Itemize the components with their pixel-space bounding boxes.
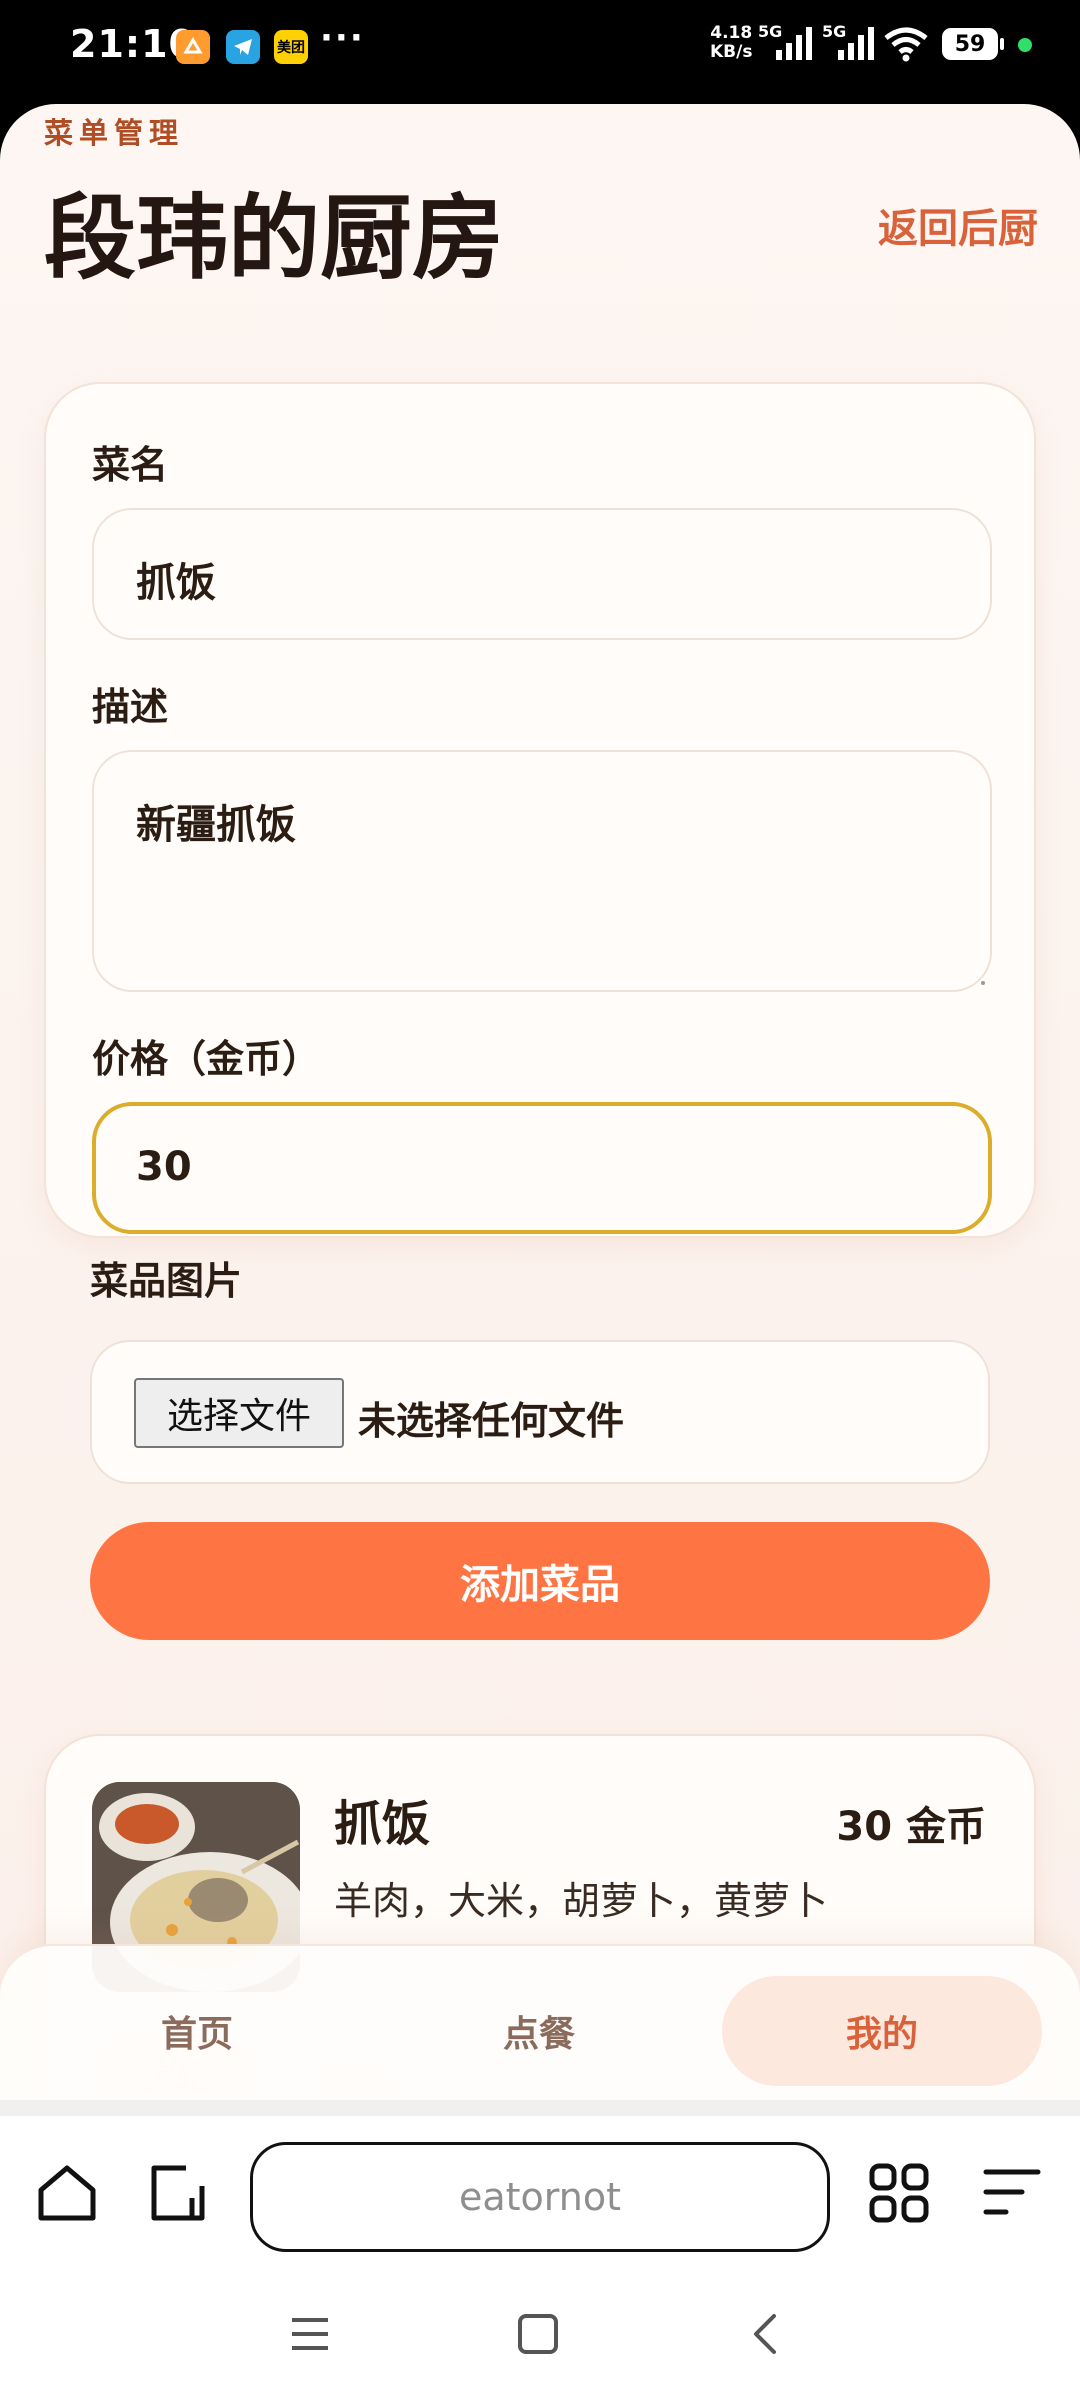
status-bar: 21:10 美团 ··· 4.18 KB/s 5G 5G 59 <box>0 0 1080 104</box>
meituan-icon: 美团 <box>274 30 308 64</box>
tabs-switcher-icon[interactable] <box>146 2162 208 2224</box>
signal-icon <box>838 27 874 60</box>
app-page: 菜单管理 段玮的厨房 返回后厨 菜名 抓饭 描述 新疆抓饭 价格（金币） 30 … <box>0 104 1080 2100</box>
add-dish-form: 菜名 抓饭 描述 新疆抓饭 价格（金币） 30 <box>44 382 1036 1238</box>
battery-indicator: 59 <box>942 28 1004 60</box>
browser-toolbar: eatornot <box>0 2116 1080 2400</box>
telegram-icon <box>226 30 260 64</box>
dish-image-upload[interactable]: 选择文件 未选择任何文件 <box>90 1340 990 1484</box>
dish-name-input[interactable]: 抓饭 <box>92 508 992 640</box>
dish-name-value: 抓饭 <box>136 560 216 606</box>
address-bar[interactable]: eatornot <box>250 2142 830 2252</box>
dish-image-label: 菜品图片 <box>90 1259 243 1303</box>
home-nav-icon[interactable] <box>516 2312 560 2356</box>
more-notifications-icon: ··· <box>320 18 365 58</box>
apps-grid-icon[interactable] <box>868 2162 930 2224</box>
back-nav-icon[interactable] <box>744 2312 788 2356</box>
choose-file-button[interactable]: 选择文件 <box>134 1378 344 1448</box>
recents-icon[interactable] <box>288 2312 332 2356</box>
bottom-tab-bar: 首页 点餐 我的 <box>0 1944 1080 2116</box>
tab-mine[interactable]: 我的 <box>722 1976 1042 2086</box>
add-dish-button[interactable]: 添加菜品 <box>90 1522 990 1640</box>
file-status-text: 未选择任何文件 <box>358 1399 625 1443</box>
dish-price: 30 金币 <box>836 1804 986 1850</box>
dish-description: 羊肉，大米，胡萝卜，黄萝卜 <box>334 1879 829 1923</box>
signal-icon <box>776 27 812 60</box>
description-textarea[interactable]: 新疆抓饭 <box>92 750 992 992</box>
dish-name: 抓饭 <box>334 1796 431 1852</box>
resize-handle-icon[interactable] <box>976 976 986 986</box>
section-eyebrow: 菜单管理 <box>44 116 185 150</box>
home-icon[interactable] <box>36 2162 98 2224</box>
tab-order[interactable]: 点餐 <box>434 1976 644 2086</box>
tab-home[interactable]: 首页 <box>92 1976 302 2086</box>
description-label: 描述 <box>92 685 169 729</box>
description-value: 新疆抓饭 <box>136 802 296 848</box>
page-title: 段玮的厨房 <box>44 185 505 292</box>
active-indicator-dot <box>1018 38 1032 52</box>
network-speed: 4.18 KB/s <box>710 23 753 62</box>
orange-app-icon <box>176 30 210 64</box>
menu-icon[interactable] <box>982 2162 1044 2224</box>
wifi-icon <box>884 27 928 62</box>
price-value: 30 <box>136 1144 192 1190</box>
dish-name-label: 菜名 <box>92 443 169 487</box>
price-label: 价格（金币） <box>92 1037 321 1081</box>
back-to-kitchen-link[interactable]: 返回后厨 <box>878 196 1038 254</box>
price-input[interactable]: 30 <box>92 1102 992 1234</box>
